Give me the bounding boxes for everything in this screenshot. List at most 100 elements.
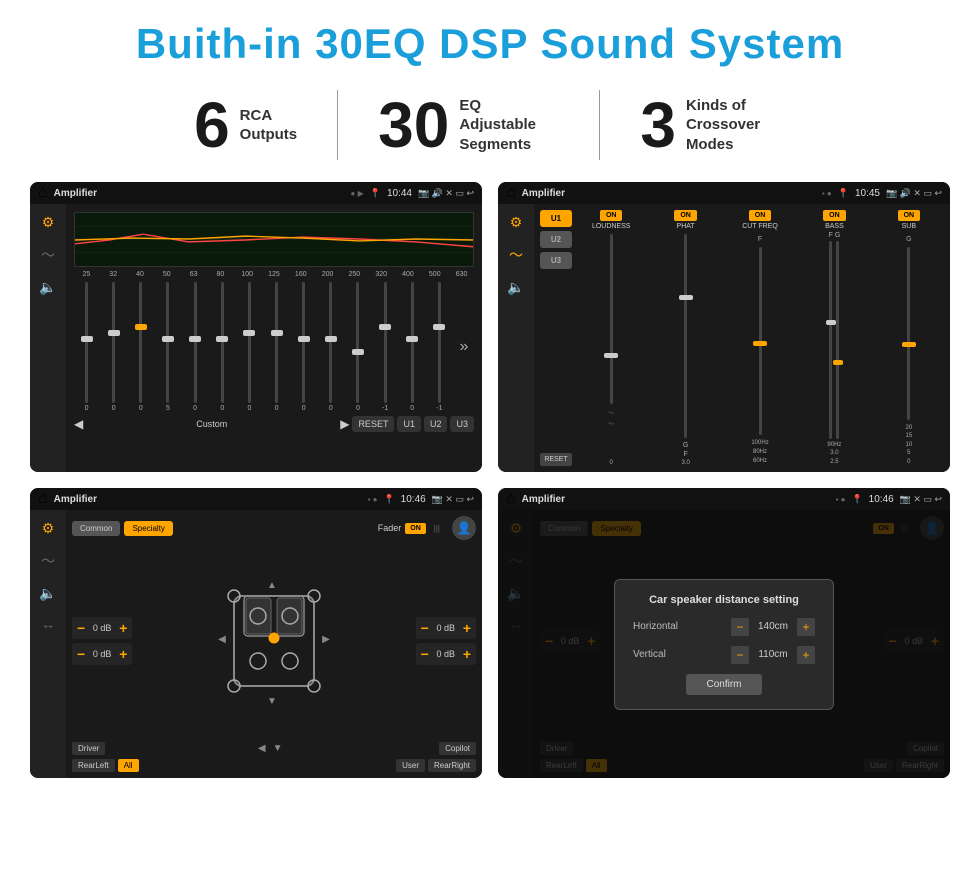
slider-track-7[interactable] xyxy=(275,282,278,403)
vol-minus-fr[interactable]: − xyxy=(421,620,429,636)
all-btn[interactable]: All xyxy=(118,759,139,772)
vol-minus-fl[interactable]: − xyxy=(77,620,85,636)
slider-thumb-10[interactable] xyxy=(352,349,364,355)
slider-track-9[interactable] xyxy=(329,282,332,403)
vol-plus-rl[interactable]: + xyxy=(119,646,127,662)
slider-thumb-8[interactable] xyxy=(298,336,310,342)
ch-thumb-loudness[interactable] xyxy=(604,353,618,358)
slider-track-0[interactable] xyxy=(85,282,88,403)
expand-btn[interactable]: » xyxy=(454,282,474,412)
ch-track-bass-f[interactable] xyxy=(829,241,832,439)
preset-u3[interactable]: U3 xyxy=(540,252,572,269)
slider-thumb-4[interactable] xyxy=(189,336,201,342)
slider-thumb-0[interactable] xyxy=(81,336,93,342)
specialty-mode-btn[interactable]: Specialty xyxy=(124,521,172,536)
slider-thumb-2[interactable] xyxy=(135,324,147,330)
fader-bottom: Driver ◀ ▼ Copilot xyxy=(72,742,476,755)
slider-track-10[interactable] xyxy=(356,282,359,403)
slider-col-7: 0 xyxy=(264,282,289,412)
freq-40: 40 xyxy=(128,271,153,278)
ch-toggle-sub[interactable]: ON xyxy=(898,210,921,221)
wave-icon-3[interactable]: 〜 xyxy=(41,551,55,571)
ch-thumb-bass-f[interactable] xyxy=(826,320,836,325)
time-4: 10:46 xyxy=(869,494,894,505)
fader-toggle[interactable]: ON xyxy=(405,523,426,534)
ch-name-phat: PHAT xyxy=(677,223,695,230)
ch-track-loudness[interactable] xyxy=(610,234,613,404)
slider-thumb-13[interactable] xyxy=(433,324,445,330)
slider-track-6[interactable] xyxy=(248,282,251,403)
expand-icon-3[interactable]: ↔ xyxy=(41,616,55,632)
eq-icon-3[interactable]: ⚙ xyxy=(42,520,55,537)
wave-icon[interactable]: 〜 xyxy=(41,245,55,265)
slider-track-11[interactable] xyxy=(384,282,387,403)
wave-icon-2[interactable]: 〜 xyxy=(509,245,523,265)
u3-btn-eq[interactable]: U3 xyxy=(450,416,474,432)
slider-thumb-11[interactable] xyxy=(379,324,391,330)
rearright-btn[interactable]: RearRight xyxy=(428,759,476,772)
freq-32: 32 xyxy=(101,271,126,278)
reset-btn-crossover[interactable]: RESET xyxy=(540,453,572,466)
rearleft-btn[interactable]: RearLeft xyxy=(72,759,115,772)
confirm-button[interactable]: Confirm xyxy=(686,674,761,695)
eq-icon-2[interactable]: ⚙ xyxy=(510,214,523,231)
ch-track-bass-g[interactable] xyxy=(836,241,839,439)
ch-thumb-bass-g[interactable] xyxy=(833,360,843,365)
vertical-plus-btn[interactable]: + xyxy=(797,646,815,664)
slider-track-4[interactable] xyxy=(194,282,197,403)
slider-track-12[interactable] xyxy=(411,282,414,403)
vol-plus-fr[interactable]: + xyxy=(463,620,471,636)
slider-thumb-7[interactable] xyxy=(271,330,283,336)
slider-thumb-1[interactable] xyxy=(108,330,120,336)
vol-plus-fl[interactable]: + xyxy=(119,620,127,636)
vol-minus-rr[interactable]: − xyxy=(421,646,429,662)
reset-btn-eq[interactable]: RESET xyxy=(352,416,394,432)
slider-track-5[interactable] xyxy=(221,282,224,403)
driver-btn[interactable]: Driver xyxy=(72,742,105,755)
left-arrow-icon[interactable]: ◀ xyxy=(258,743,266,754)
ch-track-sub[interactable] xyxy=(907,247,910,420)
slider-thumb-9[interactable] xyxy=(325,336,337,342)
speaker-icon-2[interactable]: 🔈 xyxy=(507,279,524,296)
user-btn[interactable]: User xyxy=(396,759,425,772)
speaker-icon[interactable]: 🔈 xyxy=(39,279,56,296)
slider-track-2[interactable] xyxy=(139,282,142,403)
ch-thumb-cutfreq[interactable] xyxy=(753,341,767,346)
vol-plus-rr[interactable]: + xyxy=(463,646,471,662)
copilot-btn[interactable]: Copilot xyxy=(439,742,476,755)
horizontal-minus-btn[interactable]: − xyxy=(731,618,749,636)
speaker-icon-3[interactable]: 🔈 xyxy=(39,585,56,602)
next-preset-btn[interactable]: ▶ xyxy=(340,417,349,431)
ch-toggle-phat[interactable]: ON xyxy=(674,210,697,221)
fader-top: Common Specialty Fader ON ||| 👤 xyxy=(72,516,476,540)
horizontal-plus-btn[interactable]: + xyxy=(797,618,815,636)
down-arrow-icon[interactable]: ▼ xyxy=(273,743,283,754)
u2-btn-eq[interactable]: U2 xyxy=(424,416,448,432)
ch-toggle-bass[interactable]: ON xyxy=(823,210,846,221)
slider-thumb-12[interactable] xyxy=(406,336,418,342)
prev-preset-btn[interactable]: ◀ xyxy=(74,417,83,431)
slider-track-3[interactable] xyxy=(166,282,169,403)
vertical-minus-btn[interactable]: − xyxy=(731,646,749,664)
vol-control-rl: − 0 dB + xyxy=(72,643,132,665)
vol-minus-rl[interactable]: − xyxy=(77,646,85,662)
u1-btn-eq[interactable]: U1 xyxy=(397,416,421,432)
ch-toggle-loudness[interactable]: ON xyxy=(600,210,623,221)
common-mode-btn[interactable]: Common xyxy=(72,521,120,536)
slider-col-8: 0 xyxy=(291,282,316,412)
preset-u2[interactable]: U2 xyxy=(540,231,572,248)
eq-icon-active[interactable]: ⚙ xyxy=(42,214,55,231)
preset-u1[interactable]: U1 xyxy=(540,210,572,227)
slider-track-1[interactable] xyxy=(112,282,115,403)
ch-thumb-phat[interactable] xyxy=(679,295,693,300)
slider-thumb-6[interactable] xyxy=(243,330,255,336)
ch-track-phat[interactable] xyxy=(684,234,687,438)
slider-track-8[interactable] xyxy=(302,282,305,403)
slider-thumb-3[interactable] xyxy=(162,336,174,342)
ch-track-cutfreq[interactable] xyxy=(759,247,762,435)
slider-track-13[interactable] xyxy=(438,282,441,403)
status-icons-4: 📷 ✕ ▭ ↩ xyxy=(900,494,942,505)
slider-thumb-5[interactable] xyxy=(216,336,228,342)
ch-toggle-cutfreq[interactable]: ON xyxy=(749,210,772,221)
ch-thumb-sub[interactable] xyxy=(902,342,916,347)
